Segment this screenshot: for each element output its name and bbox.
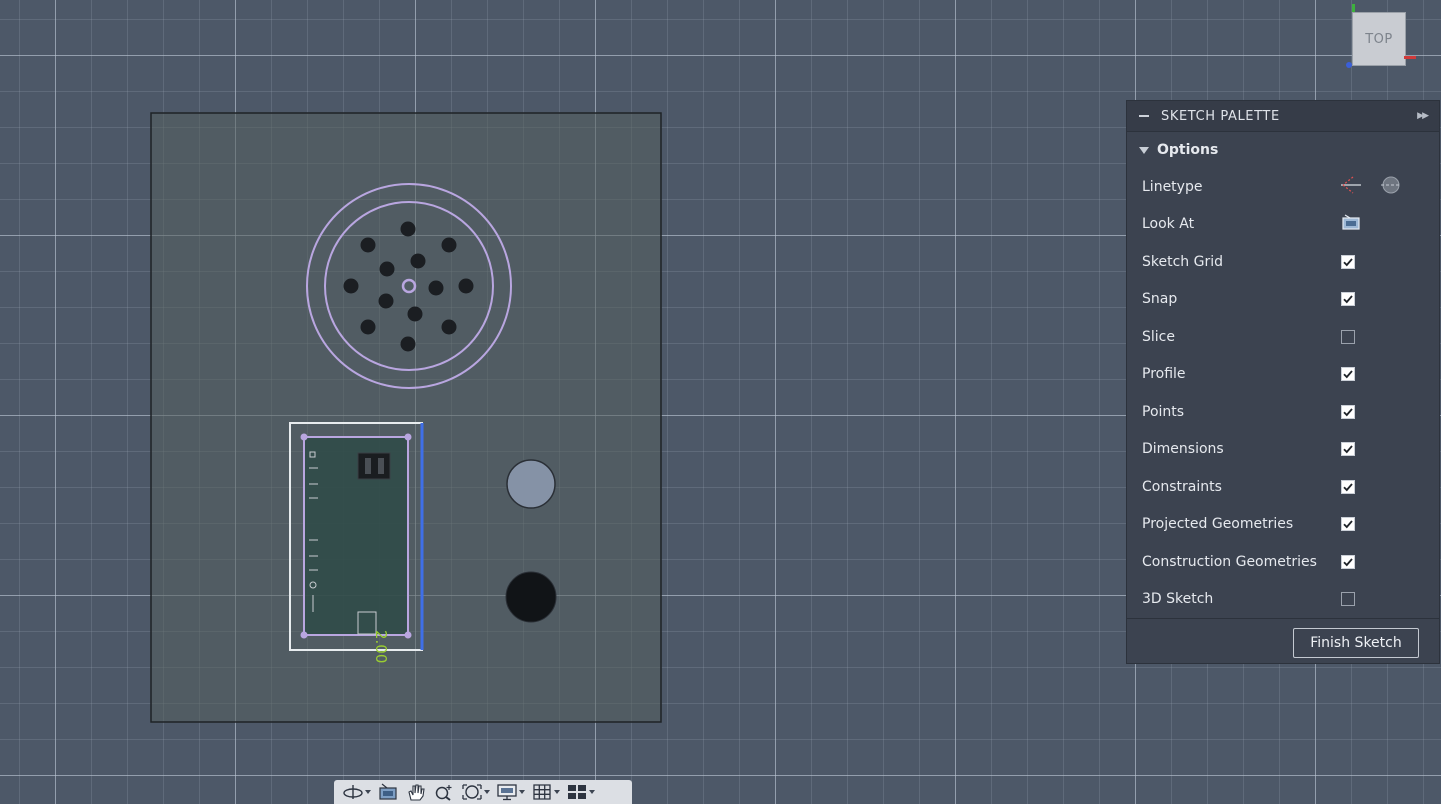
dimensions-checkbox[interactable] bbox=[1341, 442, 1355, 457]
sketch-palette: SKETCH PALETTE ▶▶ Options Linetype Look A… bbox=[1126, 100, 1440, 664]
zoom-tool[interactable] bbox=[431, 781, 457, 803]
display-settings-icon bbox=[496, 783, 518, 801]
option-row-look-at: Look At bbox=[1127, 206, 1439, 244]
option-label: Construction Geometries bbox=[1142, 553, 1317, 570]
pan-tool[interactable] bbox=[403, 781, 429, 803]
option-row-3d-sketch: 3D Sketch bbox=[1127, 581, 1439, 619]
zoom-icon bbox=[433, 783, 455, 801]
projected-geometries-checkbox[interactable] bbox=[1341, 517, 1355, 532]
palette-title: SKETCH PALETTE bbox=[1161, 108, 1280, 124]
orbit-tool[interactable] bbox=[340, 781, 373, 803]
option-label: 3D Sketch bbox=[1142, 591, 1214, 608]
orbit-icon bbox=[342, 783, 364, 801]
sketch-grid-checkbox[interactable] bbox=[1341, 254, 1355, 269]
navigation-bar bbox=[334, 780, 632, 804]
option-row-constraints: Constraints bbox=[1127, 468, 1439, 506]
option-label: Dimensions bbox=[1142, 441, 1224, 458]
look-at-tool[interactable] bbox=[375, 781, 401, 803]
palette-header: SKETCH PALETTE ▶▶ bbox=[1127, 101, 1439, 132]
expand-palette-icon[interactable]: ▶▶ bbox=[1417, 111, 1429, 121]
option-label: Look At bbox=[1142, 216, 1195, 233]
option-row-points: Points bbox=[1127, 393, 1439, 431]
dropdown-caret-icon[interactable] bbox=[589, 790, 595, 794]
viewports-tool[interactable] bbox=[564, 781, 597, 803]
display-settings-tool[interactable] bbox=[494, 781, 527, 803]
option-label: Points bbox=[1142, 403, 1185, 420]
option-label: Projected Geometries bbox=[1142, 516, 1294, 533]
pan-icon bbox=[405, 783, 427, 801]
look-at-icon bbox=[377, 783, 399, 801]
option-row-construction-geometries: Construction Geometries bbox=[1127, 543, 1439, 581]
dropdown-caret-icon[interactable] bbox=[519, 790, 525, 794]
minimize-icon[interactable] bbox=[1139, 115, 1149, 117]
collapse-triangle-icon bbox=[1139, 146, 1149, 154]
grid-icon bbox=[531, 783, 553, 801]
dropdown-caret-icon[interactable] bbox=[554, 790, 560, 794]
linetype-controls bbox=[1339, 174, 1403, 200]
viewports-icon bbox=[566, 783, 588, 801]
construction-linetype-icon[interactable] bbox=[1339, 174, 1363, 200]
options-section-title: Options bbox=[1157, 142, 1219, 158]
snap-checkbox[interactable] bbox=[1341, 292, 1355, 307]
option-row-profile: Profile bbox=[1127, 356, 1439, 394]
option-row-linetype: Linetype bbox=[1127, 168, 1439, 206]
grid-tool[interactable] bbox=[529, 781, 562, 803]
button-hole-bottom[interactable] bbox=[505, 571, 557, 623]
profile-checkbox[interactable] bbox=[1341, 367, 1355, 382]
slice-checkbox[interactable] bbox=[1341, 329, 1355, 344]
fit-tool[interactable] bbox=[459, 781, 492, 803]
points-checkbox[interactable] bbox=[1341, 404, 1355, 419]
finish-sketch-button[interactable]: Finish Sketch bbox=[1293, 628, 1419, 658]
option-row-dimensions: Dimensions bbox=[1127, 431, 1439, 469]
button-hole-top[interactable] bbox=[506, 459, 556, 509]
option-label: Constraints bbox=[1142, 478, 1222, 495]
dropdown-caret-icon[interactable] bbox=[484, 790, 490, 794]
option-row-snap: Snap bbox=[1127, 281, 1439, 319]
option-row-sketch-grid: Sketch Grid bbox=[1127, 243, 1439, 281]
viewcube-top-face[interactable]: TOP bbox=[1352, 12, 1406, 66]
option-row-slice: Slice bbox=[1127, 318, 1439, 356]
module-cutout[interactable] bbox=[289, 422, 424, 651]
options-section-toggle[interactable]: Options bbox=[1127, 132, 1439, 168]
viewcube[interactable]: TOP bbox=[1346, 4, 1416, 74]
palette-divider bbox=[1127, 618, 1439, 619]
option-label: Sketch Grid bbox=[1142, 253, 1223, 270]
constraints-checkbox[interactable] bbox=[1341, 479, 1355, 494]
option-row-projected-geometries: Projected Geometries bbox=[1127, 506, 1439, 544]
construction-geometries-checkbox[interactable] bbox=[1341, 554, 1355, 569]
option-label: Profile bbox=[1142, 366, 1186, 383]
dimension-label[interactable]: 2.00 bbox=[372, 630, 390, 663]
dropdown-caret-icon[interactable] bbox=[365, 790, 371, 794]
option-label: Snap bbox=[1142, 291, 1178, 308]
option-label: Slice bbox=[1142, 328, 1175, 345]
look-at-icon[interactable] bbox=[1341, 213, 1361, 235]
z-axis-indicator bbox=[1346, 62, 1352, 68]
x-axis-indicator bbox=[1404, 56, 1416, 59]
3d-sketch-checkbox[interactable] bbox=[1341, 592, 1355, 607]
centerline-linetype-icon[interactable] bbox=[1379, 174, 1403, 200]
fit-icon bbox=[461, 783, 483, 801]
